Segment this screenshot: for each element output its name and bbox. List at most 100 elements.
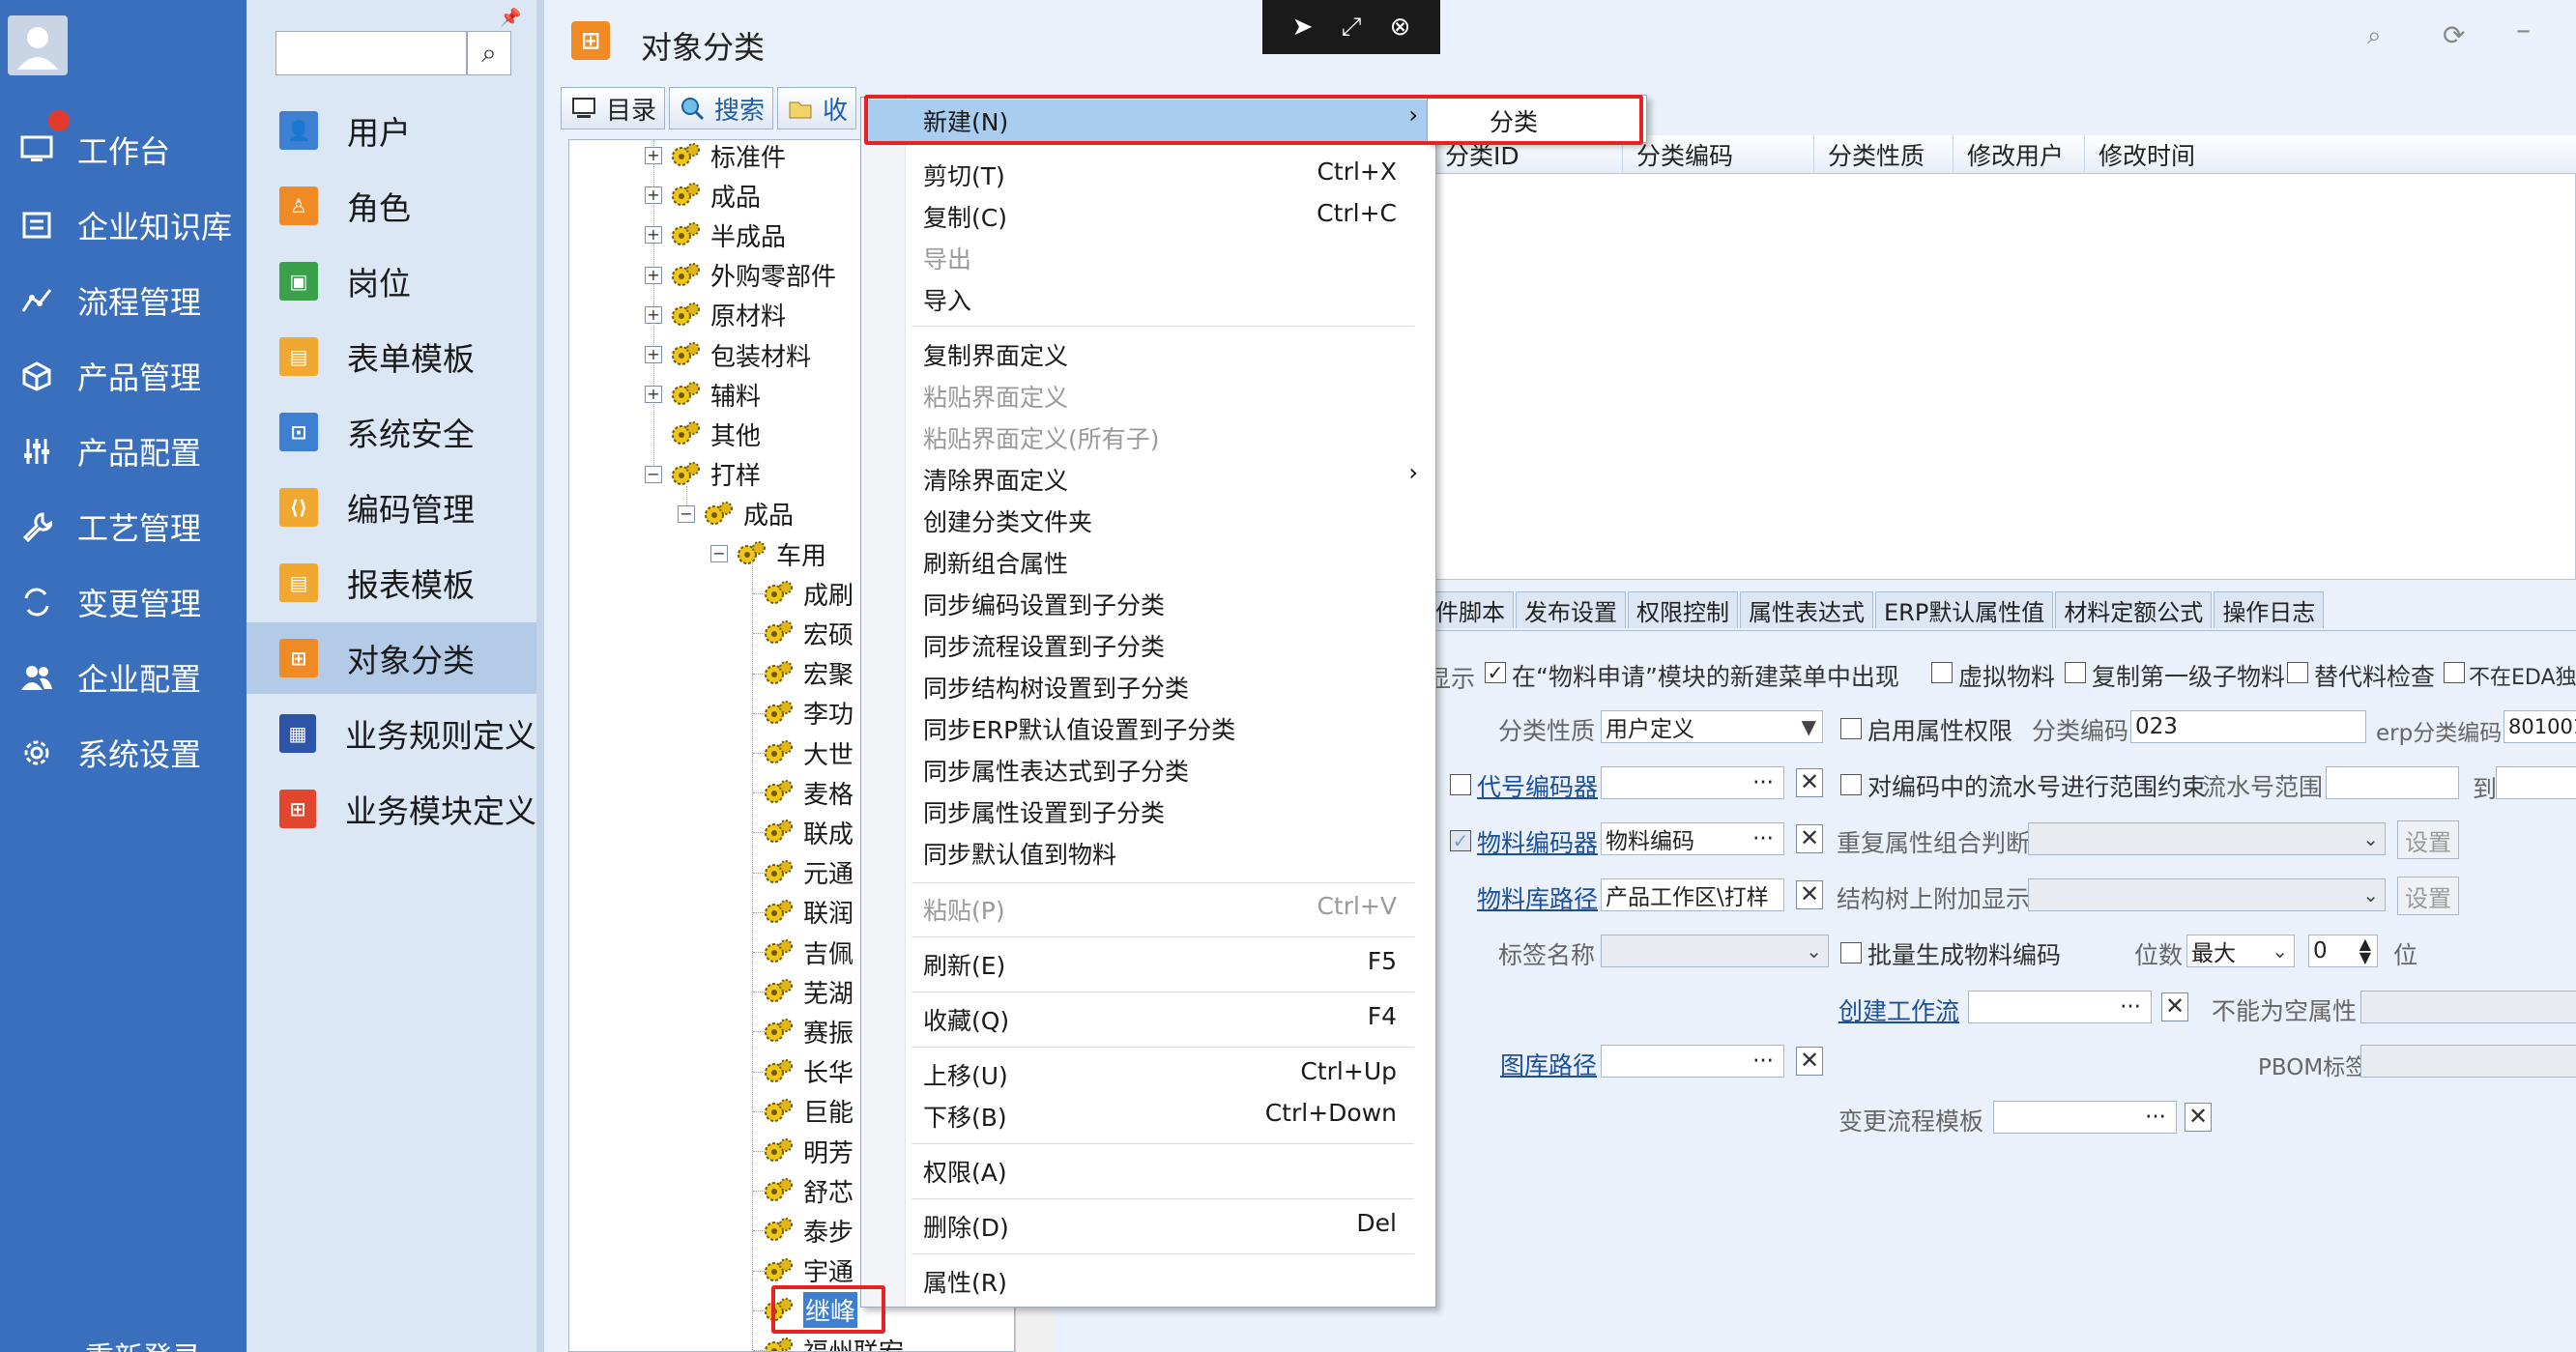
tree-node[interactable]: 宏硕 — [763, 614, 854, 652]
tree-node[interactable]: + 半成品 — [645, 216, 786, 254]
catalog-button[interactable]: 目录 — [561, 87, 666, 129]
menu-item-sync-erp[interactable]: 同步ERP默认值设置到子分类 — [923, 711, 1235, 746]
close-icon[interactable]: ⊗ — [1390, 13, 1411, 42]
virtual-material-checkbox[interactable] — [1931, 662, 1953, 683]
tree-node[interactable]: 福州联宏 — [763, 1331, 904, 1351]
sub-item-6[interactable]: ▤ 报表模板 — [246, 547, 536, 618]
tree-node[interactable]: 李功 — [763, 694, 854, 733]
sub-item-9[interactable]: ⊞ 业务模块定义 — [246, 773, 536, 845]
property-tab[interactable]: 材料定额公式 — [2055, 591, 2213, 628]
tree-node[interactable]: 吉佩 — [763, 933, 854, 971]
dup-attr-set-button[interactable]: 设置 — [2397, 820, 2459, 859]
menu-item-sync-default[interactable]: 同步默认值到物料 — [923, 836, 1116, 871]
menu-item-paste-ui[interactable]: 粘贴界面定义 — [923, 379, 1068, 414]
menu-item-sync-code[interactable]: 同步编码设置到子分类 — [923, 587, 1165, 621]
tree-node[interactable]: − 打样 — [645, 455, 761, 494]
copy-first-level-checkbox[interactable] — [2065, 662, 2086, 683]
sub-item-5[interactable]: ⟨⟩ 编码管理 — [246, 472, 536, 543]
sub-item-3[interactable]: ▤ 表单模板 — [246, 321, 536, 392]
cursor-icon[interactable]: ➤ — [1292, 13, 1314, 42]
tree-node[interactable]: 大世 — [763, 734, 854, 772]
menu-item-delete[interactable]: 删除(D) — [923, 1209, 1009, 1244]
resize-icon[interactable]: ⤢ — [1342, 13, 1362, 43]
tree-node[interactable]: + 成品 — [645, 176, 761, 215]
tree-node[interactable]: + 包装材料 — [645, 335, 811, 374]
nav-item-5[interactable]: 工艺管理 — [0, 493, 246, 561]
dup-attr-check-select[interactable]: ⌄ — [2028, 822, 2386, 855]
material-encoder-link[interactable]: 物料编码器 — [1477, 824, 1598, 859]
menu-item-clear-ui[interactable]: 清除界面定义 — [923, 462, 1068, 497]
tree-node[interactable]: 长华 — [763, 1052, 854, 1091]
erp-code-input[interactable]: 8010010 — [2504, 710, 2576, 743]
menu-item-refresh-combo[interactable]: 刷新组合属性 — [923, 545, 1068, 580]
sub-search-input[interactable] — [275, 31, 467, 75]
pbom-tag-input[interactable] — [2360, 1045, 2576, 1078]
tree-node[interactable]: 联成 — [763, 813, 854, 851]
tree-node[interactable]: 宏聚 — [763, 654, 854, 693]
nav-item-3[interactable]: 产品管理 — [0, 342, 246, 410]
create-workflow-input[interactable]: ··· — [1968, 991, 2152, 1023]
nav-item-0[interactable]: 工作台 — [0, 116, 246, 184]
menu-item-favorite[interactable]: 收藏(Q) — [923, 1002, 1009, 1037]
batch-generate-checkbox[interactable] — [1840, 942, 1862, 964]
expand-icon[interactable]: + — [645, 386, 662, 404]
tag-name-select[interactable]: ⌄ — [1601, 935, 1829, 967]
tree-node[interactable]: 麦格 — [763, 773, 854, 812]
tree-node[interactable]: 其他 — [645, 415, 761, 453]
grid-column-header[interactable]: 修改时间 — [2084, 135, 2195, 174]
tree-node[interactable]: − 车用 — [710, 534, 826, 573]
tree-node[interactable]: 巨能 — [763, 1092, 854, 1131]
menu-item-paste[interactable]: 粘贴(P) — [923, 892, 1005, 927]
menu-item-import[interactable]: 导入 — [923, 282, 971, 317]
clear-icon[interactable]: ✕ — [2161, 992, 2188, 1021]
menu-item-export[interactable]: 导出 — [923, 241, 971, 275]
tree-node[interactable]: 元通 — [763, 853, 854, 892]
ellipsis-icon[interactable]: ··· — [1752, 770, 1774, 795]
tree-extra-show-select[interactable]: ⌄ — [2028, 878, 2386, 911]
material-request-checkbox[interactable]: ✓ — [1485, 662, 1506, 683]
sub-item-2[interactable]: ▣ 岗位 — [246, 245, 536, 317]
code-encoder-checkbox[interactable] — [1450, 774, 1471, 795]
menu-item-move-up[interactable]: 上移(U) — [923, 1057, 1008, 1092]
expand-icon[interactable]: + — [645, 305, 662, 324]
tree-node[interactable]: 泰步 — [763, 1211, 854, 1250]
nav-item-7[interactable]: 企业配置 — [0, 644, 246, 711]
sub-item-4[interactable]: ⊡ 系统安全 — [246, 396, 536, 468]
create-workflow-link[interactable]: 创建工作流 — [1838, 992, 1959, 1027]
menu-item-sync-expr[interactable]: 同步属性表达式到子分类 — [923, 753, 1189, 788]
material-encoder-checkbox[interactable]: ✓ — [1450, 830, 1471, 851]
clear-icon[interactable]: ✕ — [2185, 1103, 2212, 1132]
tree-node[interactable]: 舒芯 — [763, 1171, 854, 1210]
nav-item-2[interactable]: 流程管理 — [0, 267, 246, 334]
nav-item-6[interactable]: 变更管理 — [0, 568, 246, 636]
attr-perm-checkbox[interactable] — [1840, 718, 1862, 739]
serial-range-to-input[interactable] — [2496, 766, 2576, 799]
avatar[interactable] — [8, 15, 68, 75]
material-encoder-input[interactable]: 物料编码 ··· — [1601, 822, 1784, 855]
expand-icon[interactable]: + — [645, 226, 662, 245]
nav-item-4[interactable]: 产品配置 — [0, 417, 246, 485]
property-tab[interactable]: 权限控制 — [1628, 591, 1738, 628]
menu-item-refresh[interactable]: 刷新(E) — [923, 947, 1005, 982]
property-tab[interactable]: 发布设置 — [1516, 591, 1626, 628]
drawing-path-link[interactable]: 图库路径 — [1500, 1047, 1597, 1081]
menu-item-paste-ui-all[interactable]: 粘贴界面定义(所有子) — [923, 420, 1160, 455]
menu-item-sync-flow[interactable]: 同步流程设置到子分类 — [923, 628, 1165, 663]
tree-node[interactable]: 宇通 — [763, 1251, 854, 1290]
menu-item-cut[interactable]: 剪切(T) — [923, 158, 1005, 192]
tree-node[interactable]: + 外购零部件 — [645, 256, 836, 295]
collapse-icon[interactable]: − — [645, 465, 662, 483]
tree-node[interactable]: − 成品 — [678, 495, 794, 533]
ellipsis-icon[interactable]: ··· — [2145, 1105, 2166, 1130]
search-button[interactable]: 搜索 — [669, 87, 774, 129]
sub-panel-splitter[interactable] — [536, 0, 544, 1352]
code-encoder-input[interactable]: ··· — [1601, 766, 1784, 799]
digits-stepper[interactable]: 0 ▲ ▼ — [2308, 935, 2378, 967]
change-flow-tpl-input[interactable]: ··· — [1993, 1101, 2177, 1134]
menu-item-sync-tree[interactable]: 同步结构树设置到子分类 — [923, 670, 1189, 705]
expand-icon[interactable]: + — [645, 346, 662, 363]
tree-node[interactable]: + 原材料 — [645, 296, 786, 334]
nav-item-8[interactable]: 系统设置 — [0, 719, 246, 787]
material-lib-path-input[interactable]: 产品工作区\打样 — [1601, 878, 1784, 911]
clear-icon[interactable]: ✕ — [1796, 768, 1823, 797]
